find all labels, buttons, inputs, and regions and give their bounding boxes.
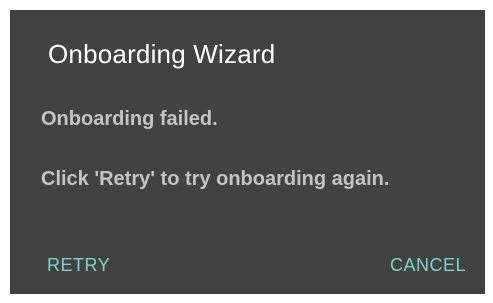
- dialog-message-primary: Onboarding failed.: [41, 108, 218, 130]
- cancel-button[interactable]: CANCEL: [384, 251, 472, 280]
- onboarding-dialog: Onboarding Wizard Onboarding failed. Cli…: [10, 10, 485, 294]
- dialog-title: Onboarding Wizard: [48, 39, 276, 69]
- retry-button[interactable]: RETRY: [41, 251, 116, 280]
- dialog-message-secondary: Click 'Retry' to try onboarding again.: [41, 168, 390, 190]
